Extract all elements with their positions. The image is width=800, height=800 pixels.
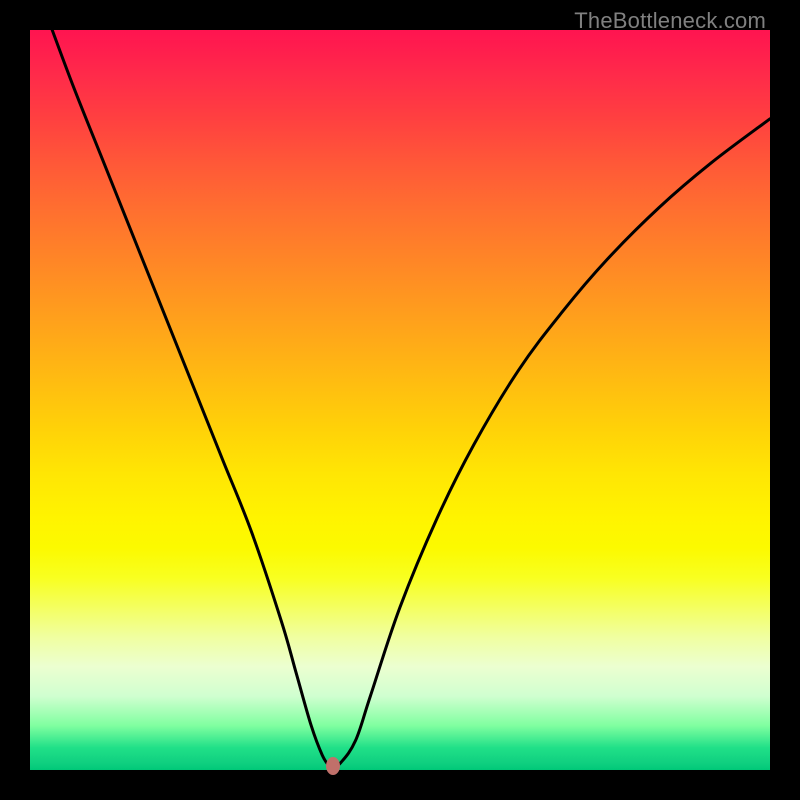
chart-plot-area: [30, 30, 770, 770]
watermark-text: TheBottleneck.com: [574, 8, 766, 34]
optimal-point-marker: [326, 757, 340, 775]
bottleneck-curve: [30, 30, 770, 770]
